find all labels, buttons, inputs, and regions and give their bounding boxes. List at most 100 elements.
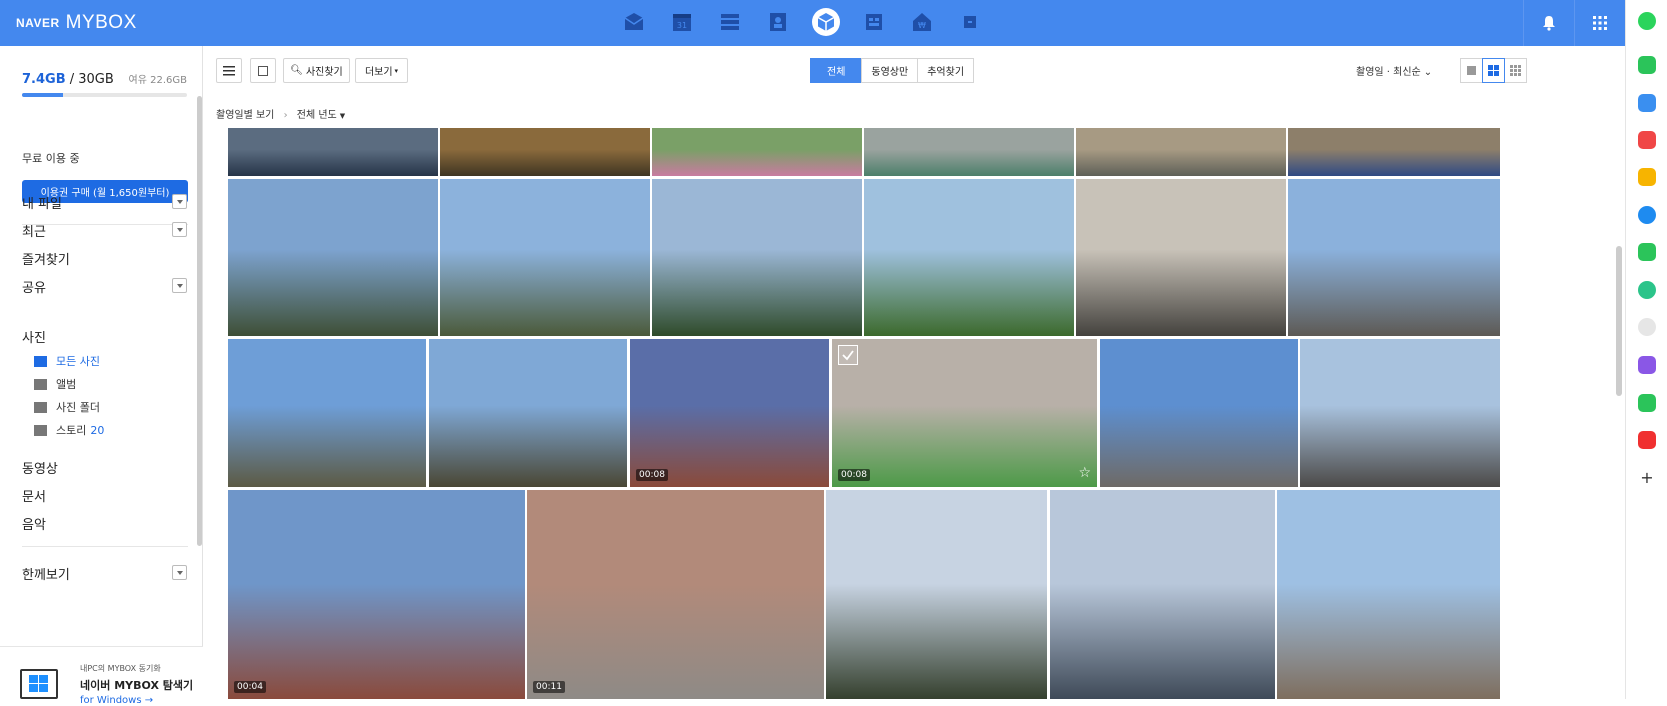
nav-stories-label: 스토리 — [56, 424, 87, 437]
photo-thumbnail[interactable] — [1288, 179, 1500, 336]
photo-thumbnail[interactable]: 00:08 — [630, 339, 829, 487]
logo[interactable]: NAVER MYBOX — [16, 0, 137, 46]
favorites-icon[interactable] — [1638, 168, 1656, 186]
photo-thumbnail[interactable] — [429, 339, 627, 487]
calendar-app-icon[interactable] — [1638, 356, 1656, 374]
edge-icon[interactable] — [1638, 206, 1656, 224]
grouped-view-toggle[interactable] — [172, 565, 187, 580]
promo-link[interactable]: for Windows → — [80, 695, 153, 706]
nav-documents[interactable]: 문서 — [22, 486, 46, 505]
shared-toggle[interactable] — [172, 278, 187, 293]
year-filter-dropdown[interactable]: 전체 년도 ▼ — [297, 110, 345, 121]
more-dropdown[interactable]: 더보기 ▾ — [355, 58, 408, 83]
add-icon[interactable]: + — [1638, 469, 1656, 487]
mybox-icon[interactable] — [812, 8, 840, 36]
photo-thumbnail[interactable] — [228, 339, 426, 487]
nav-bookmarks[interactable]: 즐겨찾기 — [22, 249, 70, 268]
webtoon-icon[interactable] — [1638, 394, 1656, 412]
contacts-icon[interactable] — [764, 8, 792, 36]
nav-grouped-view[interactable]: 한께보기 — [22, 564, 70, 583]
photo-thumbnail[interactable] — [652, 179, 862, 336]
nav-albums[interactable]: 앨범 — [34, 376, 76, 392]
search-photos-button[interactable]: 🔍︎ 사진찾기 — [283, 58, 350, 83]
photo-thumbnail[interactable] — [440, 128, 650, 176]
photo-thumbnail[interactable] — [1076, 179, 1286, 336]
nav-videos[interactable]: 동영상 — [22, 458, 58, 477]
search-photos-label: 사진찾기 — [305, 67, 343, 78]
filter-all[interactable]: 전체 — [810, 58, 863, 83]
filter-memories[interactable]: 추억찾기 — [917, 58, 975, 83]
view-large-button[interactable] — [1460, 58, 1483, 83]
line-icon[interactable] — [1638, 243, 1656, 261]
photo-thumbnail[interactable]: 00:08 ☆ — [832, 339, 1097, 487]
my-files-toggle[interactable] — [172, 194, 187, 209]
photo-thumbnail[interactable] — [440, 179, 650, 336]
face-icon[interactable] — [1638, 318, 1656, 336]
pocket-icon[interactable] — [1638, 131, 1656, 149]
view-by-date-link[interactable]: 촬영일별 보기 — [216, 110, 274, 121]
chevron-down-icon: ⌄ — [1423, 67, 1433, 78]
video-duration-badge: 00:08 — [838, 469, 870, 481]
photo-thumbnail[interactable] — [1277, 490, 1500, 699]
list-icon[interactable] — [716, 8, 744, 36]
toolbar: 🔍︎ 사진찾기 더보기 ▾ 전체 동영상만 추억찾기 촬영일 · 최신순 ⌄ — [216, 58, 1606, 84]
photo-thumbnail[interactable]: 00:11 — [527, 490, 824, 699]
wallet-icon[interactable] — [1638, 94, 1656, 112]
news-icon[interactable] — [1638, 431, 1656, 449]
player-icon[interactable] — [1638, 281, 1656, 299]
recent-toggle[interactable] — [172, 222, 187, 237]
notification-bell-icon[interactable] — [1523, 0, 1574, 46]
photo-thumbnail[interactable] — [864, 128, 1074, 176]
mail-icon[interactable] — [620, 8, 648, 36]
photo-thumbnail[interactable] — [1300, 339, 1500, 487]
photo-thumbnail[interactable] — [228, 179, 438, 336]
nav-my-files[interactable]: 내 파일 — [22, 193, 62, 212]
nav-shared[interactable]: 공유 — [22, 277, 46, 296]
sort-dropdown[interactable]: 촬영일 · 최신순 ⌄ — [1356, 63, 1432, 78]
photo-thumbnail[interactable] — [228, 128, 438, 176]
green-circle-icon[interactable] — [1638, 12, 1656, 30]
nav-stories[interactable]: 스토리 20 — [34, 422, 104, 438]
top-right-actions — [1523, 0, 1625, 46]
filter-videos-only[interactable]: 동영상만 — [861, 58, 919, 83]
photo-grid: 00:08 00:08 ☆ 00:04 00:11 — [228, 128, 1500, 699]
svg-text:₩: ₩ — [918, 21, 926, 30]
nav-photos-header[interactable]: 사진 — [22, 327, 46, 346]
photo-thumbnail[interactable] — [652, 128, 862, 176]
sidebar-scrollbar[interactable] — [197, 96, 202, 546]
star-icon[interactable]: ☆ — [1078, 465, 1091, 481]
photo-thumbnail[interactable] — [1288, 128, 1500, 176]
nav-music[interactable]: 음악 — [22, 514, 46, 533]
photo-thumbnail[interactable] — [1050, 490, 1275, 699]
chevron-down-icon: ▼ — [339, 112, 346, 120]
app-grid-icon[interactable] — [1574, 0, 1625, 46]
nav-all-photos[interactable]: 모든 사진 — [34, 353, 100, 369]
photo-thumbnail[interactable] — [864, 179, 1074, 336]
nav-all-photos-label: 모든 사진 — [56, 355, 100, 368]
photo-thumbnail[interactable] — [1100, 339, 1298, 487]
explorer-promo[interactable]: 내PC의 MYBOX 동기화 네이버 MYBOX 탐색기 for Windows… — [0, 646, 203, 706]
photo-thumbnail[interactable] — [826, 490, 1047, 699]
select-all-checkbox[interactable] — [250, 58, 276, 83]
right-app-rail: + — [1625, 0, 1667, 699]
chat-icon[interactable] — [1638, 56, 1656, 74]
photo-thumbnail[interactable] — [1076, 128, 1286, 176]
view-small-button[interactable] — [1504, 58, 1527, 83]
nav-recent[interactable]: 최근 — [22, 221, 46, 240]
view-medium-button[interactable] — [1482, 58, 1505, 83]
photo-thumbnail[interactable]: 00:04 — [228, 490, 525, 699]
memo-icon[interactable] — [860, 8, 888, 36]
monitor-icon — [20, 669, 58, 699]
app-switcher: 31 ₩ — [620, 8, 984, 36]
checkbox-icon — [258, 65, 268, 76]
main-scrollbar[interactable] — [1616, 246, 1622, 396]
home-icon[interactable]: ₩ — [908, 8, 936, 36]
nav-photo-folders[interactable]: 사진 폴더 — [34, 399, 100, 415]
storage-bar — [22, 93, 187, 97]
menu-button[interactable] — [216, 58, 242, 83]
nav-albums-label: 앨범 — [56, 378, 77, 391]
more-icon[interactable] — [956, 8, 984, 36]
selected-check-icon[interactable] — [838, 345, 858, 365]
storage-used: 7.4GB — [22, 72, 66, 87]
calendar-icon[interactable]: 31 — [668, 8, 696, 36]
